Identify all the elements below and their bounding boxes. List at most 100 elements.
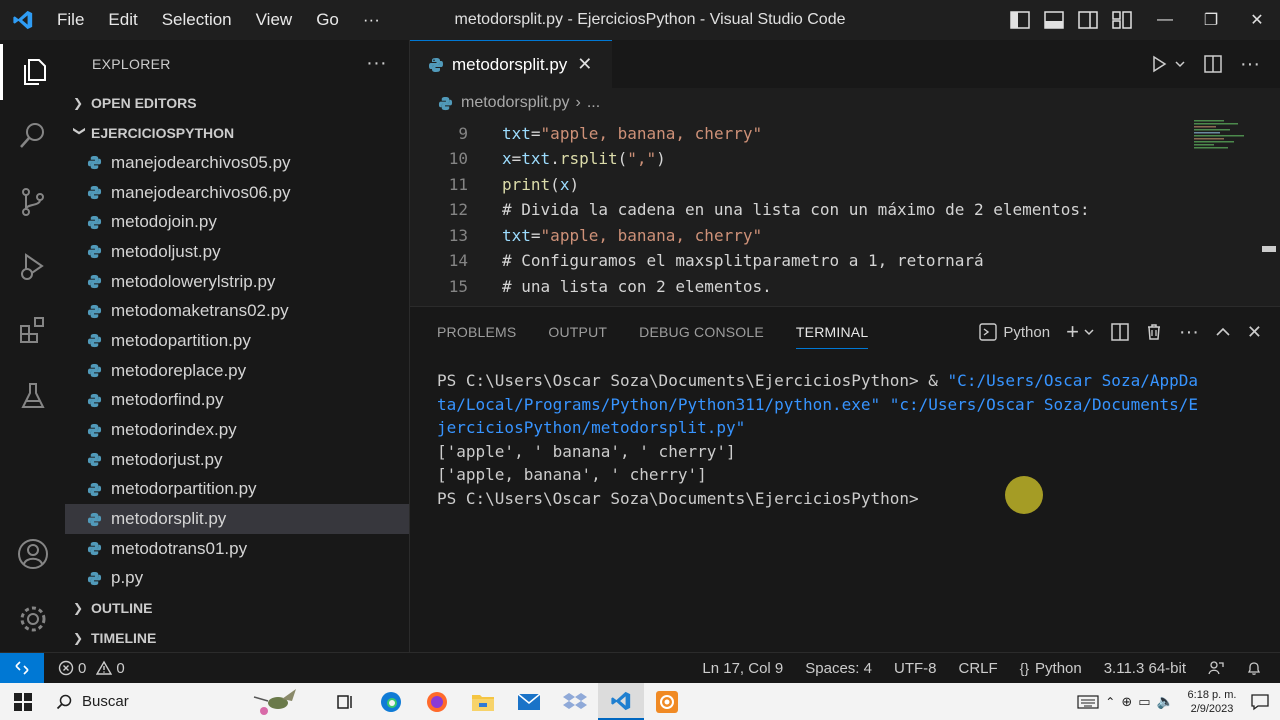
restore-icon[interactable]: ❐ xyxy=(1188,0,1234,40)
file-name: metodomaketrans02.py xyxy=(111,301,289,321)
panel-more-icon[interactable]: ··· xyxy=(1179,321,1199,344)
taskbar-clock[interactable]: 6:18 p. m. 2/9/2023 xyxy=(1180,688,1244,716)
tab-debug-console[interactable]: DEBUG CONSOLE xyxy=(639,324,764,340)
tab-problems[interactable]: PROBLEMS xyxy=(437,324,516,340)
toggle-panel-icon[interactable] xyxy=(1044,11,1064,29)
close-window-icon[interactable]: ✕ xyxy=(1234,0,1280,40)
notifications-bell-icon[interactable] xyxy=(1246,660,1262,676)
menu-view[interactable]: View xyxy=(244,10,305,30)
network-icon[interactable]: ▭ xyxy=(1138,694,1150,710)
outline-section[interactable]: ❯ OUTLINE xyxy=(65,593,409,623)
run-dropdown-icon[interactable] xyxy=(1174,58,1186,70)
file-explorer-icon[interactable] xyxy=(460,683,506,720)
task-view-icon[interactable] xyxy=(322,683,368,720)
mail-icon[interactable] xyxy=(506,683,552,720)
end-of-line[interactable]: CRLF xyxy=(958,660,997,677)
taskbar-search[interactable]: Buscar xyxy=(46,683,316,720)
file-item[interactable]: metodotrans01.py xyxy=(65,534,409,564)
panel-tabs: PROBLEMS OUTPUT DEBUG CONSOLE TERMINAL xyxy=(437,307,869,357)
editor-scrollbar[interactable] xyxy=(1262,246,1276,252)
firefox-icon[interactable] xyxy=(414,683,460,720)
terminal-line: ['apple', ' banana', ' cherry'] xyxy=(437,442,1267,466)
file-item[interactable]: metodorsplit.py xyxy=(65,504,409,534)
folder-section[interactable]: ❯ EJERCICIOSPYTHON xyxy=(65,118,409,148)
windows-start-icon[interactable] xyxy=(0,683,46,720)
new-terminal-icon[interactable]: + xyxy=(1066,319,1079,345)
run-file-icon[interactable] xyxy=(1150,55,1168,73)
line-number: 10 xyxy=(448,149,468,168)
editor-more-icon[interactable]: ··· xyxy=(1240,53,1260,76)
file-item[interactable]: manejodearchivos06.py xyxy=(65,178,409,208)
vscode-logo-icon xyxy=(0,0,45,40)
breadcrumb-more[interactable]: ... xyxy=(587,94,600,112)
customize-layout-icon[interactable] xyxy=(1112,11,1132,29)
menu-selection[interactable]: Selection xyxy=(150,10,244,30)
notification-center-icon[interactable] xyxy=(1250,693,1270,711)
terminal-output[interactable]: PS C:\Users\Oscar Soza\Documents\Ejercic… xyxy=(437,371,1267,512)
file-encoding[interactable]: UTF-8 xyxy=(894,660,937,677)
menu-file[interactable]: File xyxy=(45,10,96,30)
file-item[interactable]: metodorindex.py xyxy=(65,415,409,445)
terminal-shell-selector[interactable]: Python xyxy=(979,323,1050,341)
file-item[interactable]: metodopartition.py xyxy=(65,326,409,356)
minimap[interactable] xyxy=(1194,118,1250,158)
remote-indicator-icon[interactable] xyxy=(0,653,44,683)
close-panel-icon[interactable]: ✕ xyxy=(1247,322,1262,343)
recording-app-icon[interactable] xyxy=(644,683,690,720)
file-item[interactable]: metodoreplace.py xyxy=(65,356,409,386)
file-item[interactable]: metodorpartition.py xyxy=(65,475,409,505)
source-control-icon[interactable] xyxy=(0,174,65,230)
file-item[interactable]: metodoljust.py xyxy=(65,237,409,267)
tab-terminal[interactable]: TERMINAL xyxy=(795,324,869,349)
edge-browser-icon[interactable] xyxy=(368,683,414,720)
tab-output[interactable]: OUTPUT xyxy=(548,324,607,340)
python-interpreter[interactable]: 3.11.3 64-bit xyxy=(1104,660,1186,677)
search-icon[interactable] xyxy=(0,108,65,164)
dropbox-icon[interactable] xyxy=(552,683,598,720)
breadcrumb-file[interactable]: metodorsplit.py xyxy=(461,94,570,112)
explorer-icon[interactable] xyxy=(0,44,65,100)
volume-icon[interactable]: 🔈 xyxy=(1157,693,1174,710)
tab-metodorsplit[interactable]: metodorsplit.py ✕ xyxy=(410,40,612,88)
extensions-icon[interactable] xyxy=(0,302,65,358)
file-item[interactable]: metodomaketrans02.py xyxy=(65,296,409,326)
indentation[interactable]: Spaces: 4 xyxy=(805,660,872,677)
python-file-icon xyxy=(87,571,111,586)
file-item[interactable]: p.py xyxy=(65,564,409,594)
timeline-section[interactable]: ❯ TIMELINE xyxy=(65,623,409,653)
language-mode[interactable]: {} Python xyxy=(1020,660,1082,677)
file-item[interactable]: metodojoin.py xyxy=(65,207,409,237)
open-editors-section[interactable]: ❯ OPEN EDITORS xyxy=(65,88,409,118)
problems-status[interactable]: 0 0 xyxy=(58,660,125,677)
maximize-panel-chevron-up-icon[interactable] xyxy=(1215,324,1231,340)
vscode-taskbar-icon[interactable] xyxy=(598,683,644,720)
close-tab-icon[interactable]: ✕ xyxy=(577,54,592,75)
file-item[interactable]: metodorjust.py xyxy=(65,445,409,475)
line-number: 13 xyxy=(448,225,468,245)
split-terminal-icon[interactable] xyxy=(1111,323,1129,341)
minimize-icon[interactable]: — xyxy=(1142,0,1188,40)
tray-overflow-chevron-icon[interactable]: ⌃ xyxy=(1105,695,1115,709)
terminal-dropdown-icon[interactable] xyxy=(1083,326,1095,338)
explorer-more-icon[interactable]: ··· xyxy=(366,52,387,75)
file-item[interactable]: metodolowerylstrip.py xyxy=(65,267,409,297)
cursor-position[interactable]: Ln 17, Col 9 xyxy=(702,660,783,677)
toggle-primary-sidebar-icon[interactable] xyxy=(1010,11,1030,29)
editor-actions: ··· xyxy=(1150,40,1260,88)
code-editor[interactable]: 9 txt="apple, banana, cherry" 10 x=txt.r… xyxy=(410,118,1280,306)
menu-edit[interactable]: Edit xyxy=(96,10,149,30)
account-icon[interactable] xyxy=(0,526,65,582)
file-item[interactable]: manejodearchivos05.py xyxy=(65,148,409,178)
toggle-secondary-sidebar-icon[interactable] xyxy=(1078,11,1098,29)
vpn-lock-icon[interactable]: ⊕ xyxy=(1121,694,1132,710)
menu-go[interactable]: Go xyxy=(304,10,351,30)
manage-gear-icon[interactable] xyxy=(0,591,65,647)
menu-more[interactable]: ··· xyxy=(351,10,392,30)
file-item[interactable]: metodorfind.py xyxy=(65,386,409,416)
accounts-feedback-icon[interactable] xyxy=(1208,660,1224,676)
run-debug-icon[interactable] xyxy=(0,238,65,294)
split-editor-icon[interactable] xyxy=(1204,55,1222,73)
kill-terminal-trash-icon[interactable] xyxy=(1145,323,1163,341)
keyboard-icon[interactable] xyxy=(1077,694,1099,709)
testing-flask-icon[interactable] xyxy=(0,368,65,424)
